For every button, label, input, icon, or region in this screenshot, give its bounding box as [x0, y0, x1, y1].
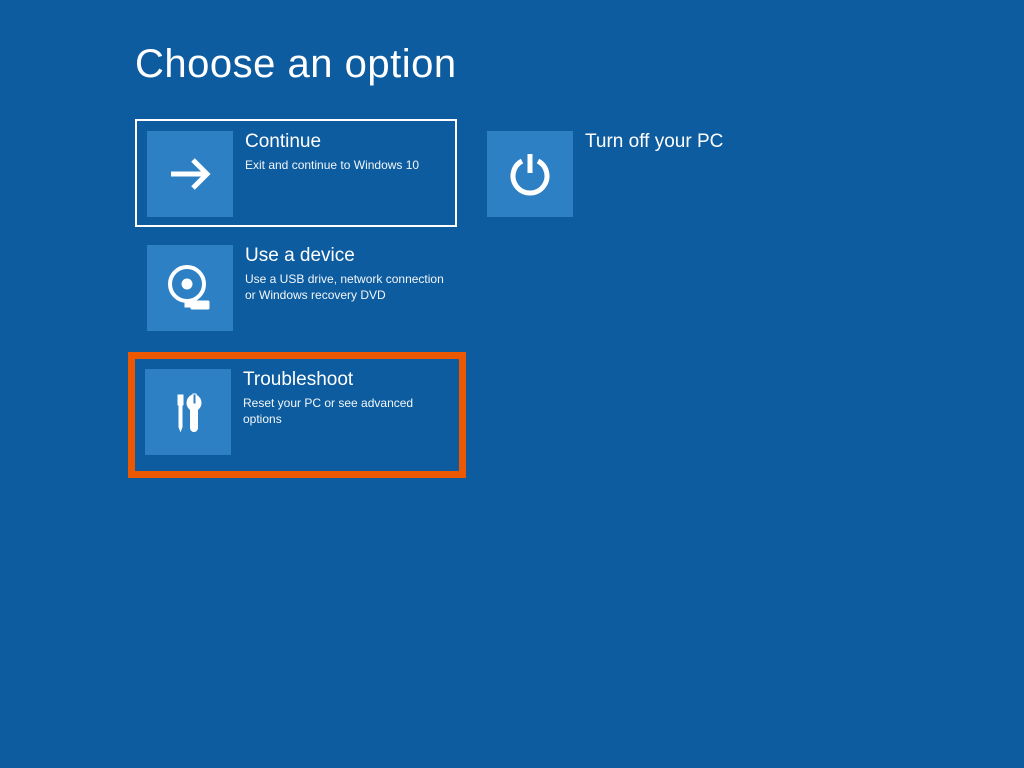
tools-icon	[145, 369, 231, 455]
options-row-1: Continue Exit and continue to Windows 10…	[135, 119, 1024, 227]
troubleshoot-title: Troubleshoot	[243, 369, 449, 392]
troubleshoot-desc: Reset your PC or see advanced options	[243, 395, 449, 427]
continue-desc: Exit and continue to Windows 10	[245, 157, 419, 173]
turn-off-tile[interactable]: Turn off your PC	[475, 119, 797, 227]
use-device-desc: Use a USB drive, network connection or W…	[245, 271, 445, 303]
page-title: Choose an option	[135, 42, 1024, 87]
use-device-text: Use a device Use a USB drive, network co…	[233, 245, 445, 303]
options-row-2: Use a device Use a USB drive, network co…	[135, 233, 1024, 341]
continue-title: Continue	[245, 131, 419, 154]
turn-off-text: Turn off your PC	[573, 131, 723, 157]
options-grid: Continue Exit and continue to Windows 10…	[135, 119, 1024, 478]
use-device-title: Use a device	[245, 245, 445, 268]
use-device-tile[interactable]: Use a device Use a USB drive, network co…	[135, 233, 457, 341]
power-icon	[487, 131, 573, 217]
turn-off-title: Turn off your PC	[585, 131, 723, 154]
options-row-3: Troubleshoot Reset your PC or see advanc…	[135, 353, 1024, 478]
continue-text: Continue Exit and continue to Windows 10	[233, 131, 419, 173]
troubleshoot-tile[interactable]: Troubleshoot Reset your PC or see advanc…	[128, 352, 466, 478]
troubleshoot-text: Troubleshoot Reset your PC or see advanc…	[231, 369, 449, 427]
arrow-right-icon	[147, 131, 233, 217]
continue-tile[interactable]: Continue Exit and continue to Windows 10	[135, 119, 457, 227]
disc-usb-icon	[147, 245, 233, 331]
